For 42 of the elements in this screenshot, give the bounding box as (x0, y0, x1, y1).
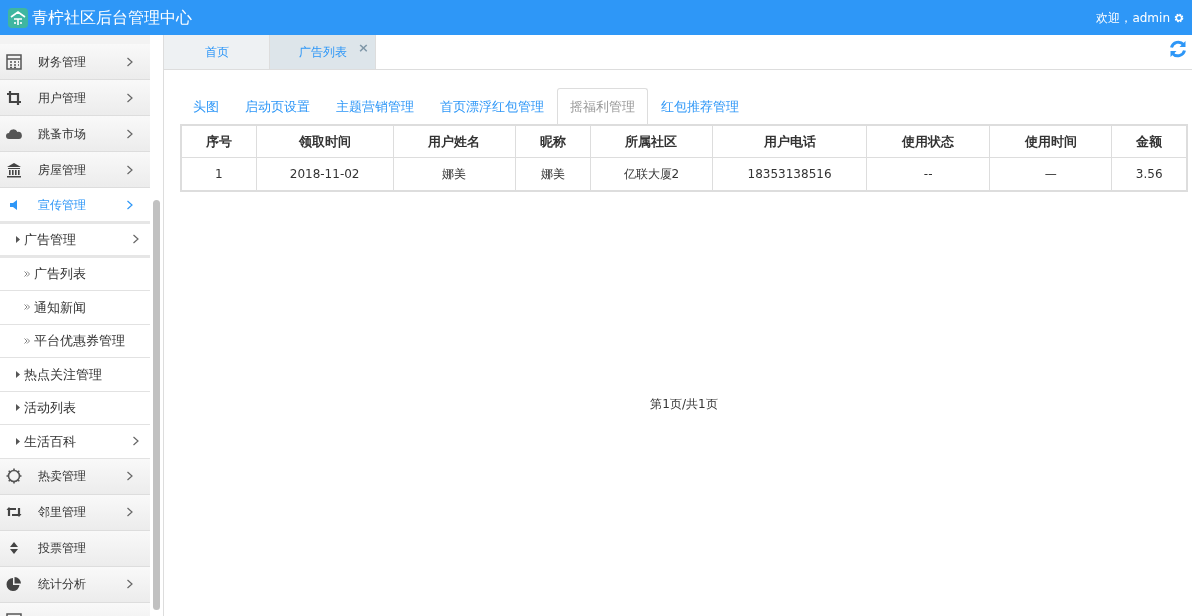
double-chevron-icon (24, 270, 30, 277)
sidebar-subitem[interactable]: 广告列表 (0, 257, 150, 291)
sidebar-subitem[interactable]: 热点关注管理 (0, 358, 150, 392)
sidebar-item[interactable]: 热卖管理 (0, 458, 150, 495)
gear-icon (6, 468, 22, 484)
scrollbar-thumb[interactable] (153, 200, 160, 610)
sidebar-item[interactable]: 统计分析 (0, 566, 150, 603)
caret-icon (16, 404, 20, 412)
sidebar-item[interactable]: 房屋管理 (0, 152, 150, 188)
sidebar-item[interactable]: 用户管理 (0, 80, 150, 116)
sidebar-item[interactable]: 邻里管理 (0, 494, 150, 531)
column-header: 使用时间 (989, 124, 1112, 158)
pie-chart-icon (6, 576, 22, 592)
sidebar-subitem[interactable]: 平台优惠券管理 (0, 324, 150, 358)
column-header: 使用状态 (866, 124, 990, 158)
caret-icon (16, 437, 20, 445)
sidebar-subitem[interactable]: 通知新闻 (0, 291, 150, 325)
sidebar-subitem[interactable]: 活动列表 (0, 391, 150, 425)
pagination-text: 第1页/共1页 (650, 396, 718, 411)
column-header: 序号 (181, 124, 257, 158)
column-header: 昵称 (515, 124, 591, 158)
logo-icon (8, 7, 28, 28)
column-header: 所属社区 (590, 124, 713, 158)
refresh-icon[interactable] (1168, 39, 1188, 59)
caret-icon (16, 235, 20, 243)
column-header: 用户姓名 (393, 124, 516, 158)
sidebar-subitem[interactable]: 生活百科 (0, 425, 150, 459)
column-header: 用户电话 (712, 124, 867, 158)
double-chevron-icon (24, 337, 30, 344)
calculator-icon (6, 53, 22, 70)
bank-icon (6, 161, 22, 178)
sidebar-subitem[interactable]: 广告管理 (0, 224, 150, 258)
app-title: 青柠社区后台管理中心 (32, 6, 192, 29)
settings-icon[interactable] (1174, 12, 1184, 23)
sidebar-item[interactable]: 跳蚤市场 (0, 116, 150, 152)
welcome-text: 欢迎，admin (1096, 9, 1170, 27)
sidebar-item[interactable]: 投票管理 (0, 530, 150, 567)
double-chevron-icon (24, 304, 30, 311)
crop-icon (6, 89, 22, 106)
sidebar-item[interactable]: 财务管理 (0, 44, 150, 80)
caret-icon (16, 370, 20, 378)
column-header: 领取时间 (256, 124, 394, 158)
